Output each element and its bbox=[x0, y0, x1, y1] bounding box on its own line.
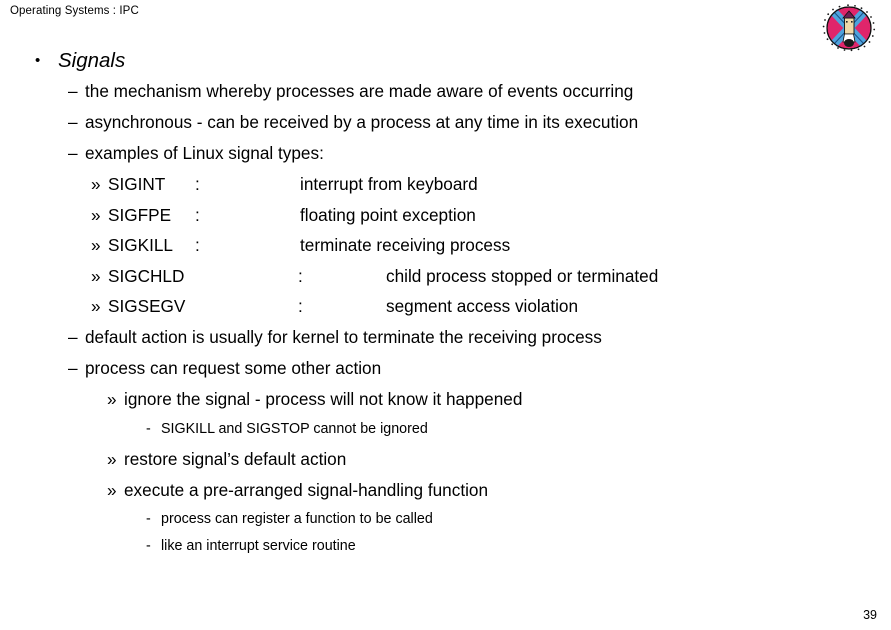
slide-body: • Signals – the mechanism whereby proces… bbox=[0, 46, 891, 561]
signal-row: » SIGCHLD : child process stopped or ter… bbox=[0, 261, 891, 292]
guillemet-bullet-icon: » bbox=[91, 235, 101, 255]
hyphen-bullet-icon: - bbox=[146, 538, 151, 554]
bullet-point: - SIGKILL and SIGSTOP cannot be ignored bbox=[0, 415, 891, 444]
page-number: 39 bbox=[863, 608, 877, 622]
bullet-point: » execute a pre-arranged signal-handling… bbox=[0, 475, 891, 506]
bullet-point: – asynchronous - can be received by a pr… bbox=[0, 107, 891, 138]
bullet-text: examples of Linux signal types: bbox=[85, 143, 324, 163]
guillemet-bullet-icon: » bbox=[107, 388, 117, 409]
bullet-point: – the mechanism whereby processes are ma… bbox=[0, 76, 891, 107]
bullet-text: like an interrupt service routine bbox=[161, 538, 356, 554]
signal-row: » SIGKILL : terminate receiving process bbox=[0, 230, 891, 261]
bullet-point: » restore signal’s default action bbox=[0, 444, 891, 475]
bullet-point: - like an interrupt service routine bbox=[0, 533, 891, 561]
signal-colon: : bbox=[195, 204, 200, 225]
slide-title-line: • Signals bbox=[0, 46, 891, 76]
bullet-text: process can register a function to be ca… bbox=[161, 510, 433, 527]
guillemet-bullet-icon: » bbox=[107, 448, 117, 469]
signal-name: SIGKILL bbox=[108, 235, 173, 255]
guillemet-bullet-icon: » bbox=[91, 204, 101, 225]
bullet-text: ignore the signal - process will not kno… bbox=[124, 388, 523, 409]
signal-colon: : bbox=[195, 235, 200, 255]
bullet-text: SIGKILL and SIGSTOP cannot be ignored bbox=[161, 420, 428, 437]
bullet-point: – default action is usually for kernel t… bbox=[0, 322, 891, 353]
page-title: Signals bbox=[58, 49, 126, 72]
bullet-text: process can request some other action bbox=[85, 357, 382, 378]
signal-row: » SIGSEGV : segment access violation bbox=[0, 291, 891, 322]
university-crest-icon bbox=[819, 2, 877, 52]
dash-bullet-icon: – bbox=[68, 143, 78, 163]
guillemet-bullet-icon: » bbox=[107, 479, 117, 500]
signal-description: child process stopped or terminated bbox=[386, 265, 659, 286]
bullet-text: default action is usually for kernel to … bbox=[85, 326, 602, 347]
bullet-point: - process can register a function to be … bbox=[0, 506, 891, 534]
slide-header-title: Operating Systems : IPC bbox=[10, 5, 139, 17]
signal-description: floating point exception bbox=[300, 204, 476, 225]
signal-description: interrupt from keyboard bbox=[300, 174, 478, 194]
signal-description: segment access violation bbox=[386, 296, 579, 316]
signal-colon: : bbox=[298, 265, 303, 286]
bullet-point: » ignore the signal - process will not k… bbox=[0, 384, 891, 415]
signal-colon: : bbox=[195, 174, 200, 194]
dash-bullet-icon: – bbox=[68, 112, 78, 132]
bullet-point: – process can request some other action bbox=[0, 353, 891, 384]
guillemet-bullet-icon: » bbox=[91, 296, 101, 316]
signal-description: terminate receiving process bbox=[300, 235, 511, 255]
signal-name: SIGSEGV bbox=[108, 296, 186, 316]
dash-bullet-icon: – bbox=[68, 357, 78, 378]
bullet-text: asynchronous - can be received by a proc… bbox=[85, 112, 639, 132]
guillemet-bullet-icon: » bbox=[91, 174, 101, 194]
hyphen-bullet-icon: - bbox=[146, 510, 151, 527]
bullet-point: – examples of Linux signal types: bbox=[0, 138, 891, 169]
signal-row: » SIGFPE : floating point exception bbox=[0, 200, 891, 231]
guillemet-bullet-icon: » bbox=[91, 265, 101, 286]
signal-name: SIGCHLD bbox=[108, 265, 185, 286]
bullet-text: execute a pre-arranged signal-handling f… bbox=[124, 479, 489, 500]
signal-name: SIGFPE bbox=[108, 204, 172, 225]
signal-colon: : bbox=[298, 296, 303, 316]
title-bullet-icon: • bbox=[35, 52, 41, 69]
signal-row: » SIGINT : interrupt from keyboard bbox=[0, 169, 891, 200]
bullet-text: the mechanism whereby processes are made… bbox=[85, 81, 634, 101]
dash-bullet-icon: – bbox=[68, 81, 78, 101]
dash-bullet-icon: – bbox=[68, 326, 78, 347]
signal-name: SIGINT bbox=[108, 174, 166, 194]
hyphen-bullet-icon: - bbox=[146, 420, 151, 437]
bullet-text: restore signal’s default action bbox=[124, 448, 347, 469]
